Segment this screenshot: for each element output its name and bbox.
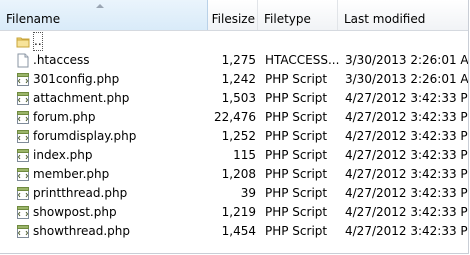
file-row[interactable]: showthread.php 1,454 PHP Script 4/27/201…: [0, 222, 468, 241]
file-name: printthread.php: [33, 186, 128, 200]
column-header-filetype[interactable]: Filetype: [258, 0, 338, 30]
php-file-icon: [16, 186, 30, 201]
folder-icon: [16, 34, 30, 49]
file-icon: [16, 53, 30, 68]
file-type: PHP Script: [265, 167, 328, 181]
file-modified: 4/27/2012 3:42:33 PM: [345, 186, 469, 200]
php-file-icon: [16, 110, 30, 125]
file-row[interactable]: forum.php 22,476 PHP Script 4/27/2012 3:…: [0, 108, 468, 127]
file-type: PHP Script: [265, 110, 328, 124]
file-name: 301config.php: [33, 72, 120, 86]
php-file-icon: [16, 167, 30, 182]
file-size: 22,476: [214, 110, 256, 124]
column-header-filesize[interactable]: Filesize: [208, 0, 258, 30]
column-header-filename[interactable]: Filename: [0, 0, 208, 30]
column-header-modified[interactable]: Last modified: [338, 0, 468, 30]
file-size: 1,503: [221, 91, 256, 105]
file-row[interactable]: ..: [0, 32, 468, 51]
file-name: forumdisplay.php: [33, 129, 137, 143]
file-row[interactable]: forumdisplay.php 1,252 PHP Script 4/27/2…: [0, 127, 468, 146]
file-row[interactable]: .htaccess 1,275 HTACCESS... 3/30/2013 2:…: [0, 51, 468, 70]
php-file-icon: [16, 148, 30, 163]
file-row[interactable]: 301config.php 1,242 PHP Script 3/30/2013…: [0, 70, 468, 89]
file-name: forum.php: [33, 110, 96, 124]
php-file-icon: [16, 224, 30, 239]
file-size: 1,219: [221, 205, 256, 219]
file-name: attachment.php: [33, 91, 130, 105]
file-size: 1,208: [221, 167, 256, 181]
file-type: HTACCESS...: [265, 53, 340, 67]
file-type: PHP Script: [265, 72, 328, 86]
column-header-filename-label: Filename: [6, 12, 61, 26]
file-type: PHP Script: [265, 148, 328, 162]
file-modified: 4/27/2012 3:42:33 PM: [345, 91, 469, 105]
php-file-icon: [16, 129, 30, 144]
php-file-icon: [16, 91, 30, 106]
file-modified: 4/27/2012 3:42:33 PM: [345, 148, 469, 162]
column-header-modified-label: Last modified: [344, 12, 426, 26]
file-list-rows: .. .htaccess 1,275 HTACCESS... 3/30/2013…: [0, 32, 468, 241]
remote-file-list: Filename Filesize Filetype Last modified…: [0, 0, 469, 254]
file-size: 39: [240, 186, 256, 200]
file-modified: 3/30/2013 2:26:01 AM: [345, 72, 469, 86]
file-modified: 4/27/2012 3:42:33 PM: [345, 167, 469, 181]
file-modified: 3/30/2013 2:26:01 AM: [345, 53, 469, 67]
sort-ascending-icon: [96, 4, 104, 8]
php-file-icon: [16, 72, 30, 87]
file-type: PHP Script: [265, 224, 328, 238]
file-name: .htaccess: [33, 53, 90, 67]
file-row[interactable]: member.php 1,208 PHP Script 4/27/2012 3:…: [0, 165, 468, 184]
file-size: 1,252: [221, 129, 256, 143]
file-modified: 4/27/2012 3:42:33 PM: [345, 129, 469, 143]
file-row[interactable]: attachment.php 1,503 PHP Script 4/27/201…: [0, 89, 468, 108]
file-name: showpost.php: [33, 205, 117, 219]
column-header-filetype-label: Filetype: [264, 12, 311, 26]
column-header-filesize-label: Filesize: [211, 12, 255, 26]
file-row[interactable]: showpost.php 1,219 PHP Script 4/27/2012 …: [0, 203, 468, 222]
file-row[interactable]: printthread.php 39 PHP Script 4/27/2012 …: [0, 184, 468, 203]
file-name: index.php: [33, 148, 93, 162]
file-type: PHP Script: [265, 186, 328, 200]
file-modified: 4/27/2012 3:42:33 PM: [345, 205, 469, 219]
column-header-bar: Filename Filesize Filetype Last modified: [0, 0, 468, 31]
file-name: showthread.php: [33, 224, 131, 238]
file-modified: 4/27/2012 3:42:33 PM: [345, 110, 469, 124]
file-name: ..: [33, 32, 43, 51]
file-type: PHP Script: [265, 129, 328, 143]
php-file-icon: [16, 205, 30, 220]
file-type: PHP Script: [265, 91, 328, 105]
file-size: 1,242: [221, 72, 256, 86]
file-type: PHP Script: [265, 205, 328, 219]
file-size: 115: [233, 148, 256, 162]
file-row[interactable]: index.php 115 PHP Script 4/27/2012 3:42:…: [0, 146, 468, 165]
file-modified: 4/27/2012 3:42:33 PM: [345, 224, 469, 238]
file-size: 1,454: [221, 224, 256, 238]
file-size: 1,275: [221, 53, 256, 67]
file-name: member.php: [33, 167, 110, 181]
